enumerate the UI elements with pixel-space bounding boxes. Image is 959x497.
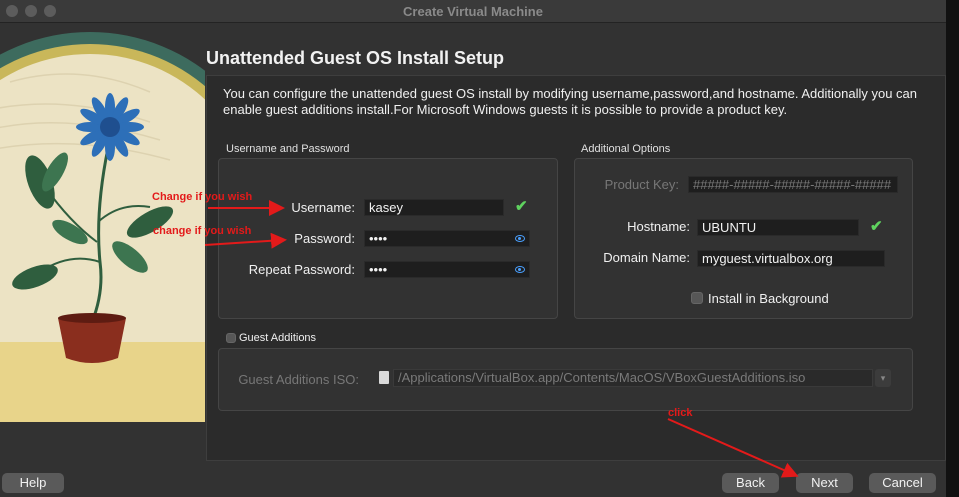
hostname-label: Hostname: bbox=[627, 219, 690, 234]
page-title: Unattended Guest OS Install Setup bbox=[206, 48, 505, 68]
install-in-background-checkbox[interactable] bbox=[691, 292, 703, 304]
username-valid-checkmark-icon: ✔ bbox=[515, 198, 528, 215]
title-bar: Create Virtual Machine bbox=[0, 0, 946, 23]
product-key-input: #####-#####-#####-#####-##### bbox=[688, 176, 898, 193]
install-in-background-label: Install in Background bbox=[708, 291, 829, 306]
hostname-valid-checkmark-icon: ✔ bbox=[870, 218, 883, 235]
repeat-password-label: Repeat Password: bbox=[248, 262, 355, 277]
next-annotation: click bbox=[668, 407, 693, 419]
repeat-password-input[interactable]: •••• bbox=[364, 261, 530, 278]
hostname-input[interactable]: UBUNTU bbox=[697, 219, 859, 236]
wizard-illustration bbox=[0, 22, 205, 462]
chevron-down-icon: ▾ bbox=[875, 369, 891, 387]
password-reveal-eye-icon[interactable] bbox=[515, 235, 525, 242]
guest-additions-checkbox[interactable] bbox=[226, 333, 236, 343]
document-icon bbox=[379, 371, 389, 384]
credentials-group-label: Username and Password bbox=[226, 143, 350, 155]
product-key-label: Product Key: bbox=[604, 177, 679, 192]
guest-additions-iso-label: Guest Additions ISO: bbox=[238, 372, 359, 387]
page-description: You can configure the unattended guest O… bbox=[223, 86, 918, 117]
password-input[interactable]: •••• bbox=[364, 230, 530, 247]
cancel-button[interactable]: Cancel bbox=[869, 473, 936, 493]
domain-name-label: Domain Name: bbox=[603, 250, 690, 265]
background-strip bbox=[946, 0, 959, 497]
username-annotation: Change if you wish bbox=[152, 191, 253, 203]
domain-name-input[interactable]: myguest.virtualbox.org bbox=[697, 250, 885, 267]
guest-additions-label: Guest Additions bbox=[239, 332, 317, 344]
username-input[interactable]: kasey bbox=[364, 199, 504, 216]
password-annotation: change if you wish bbox=[153, 225, 252, 237]
help-button[interactable]: Help bbox=[2, 473, 64, 493]
additional-options-group-label: Additional Options bbox=[581, 143, 671, 155]
guest-additions-iso-combobox: /Applications/VirtualBox.app/Contents/Ma… bbox=[393, 369, 873, 387]
window-title: Create Virtual Machine bbox=[403, 4, 543, 19]
next-button[interactable]: Next bbox=[796, 473, 853, 493]
back-button[interactable]: Back bbox=[722, 473, 779, 493]
repeat-password-reveal-eye-icon[interactable] bbox=[515, 266, 525, 273]
